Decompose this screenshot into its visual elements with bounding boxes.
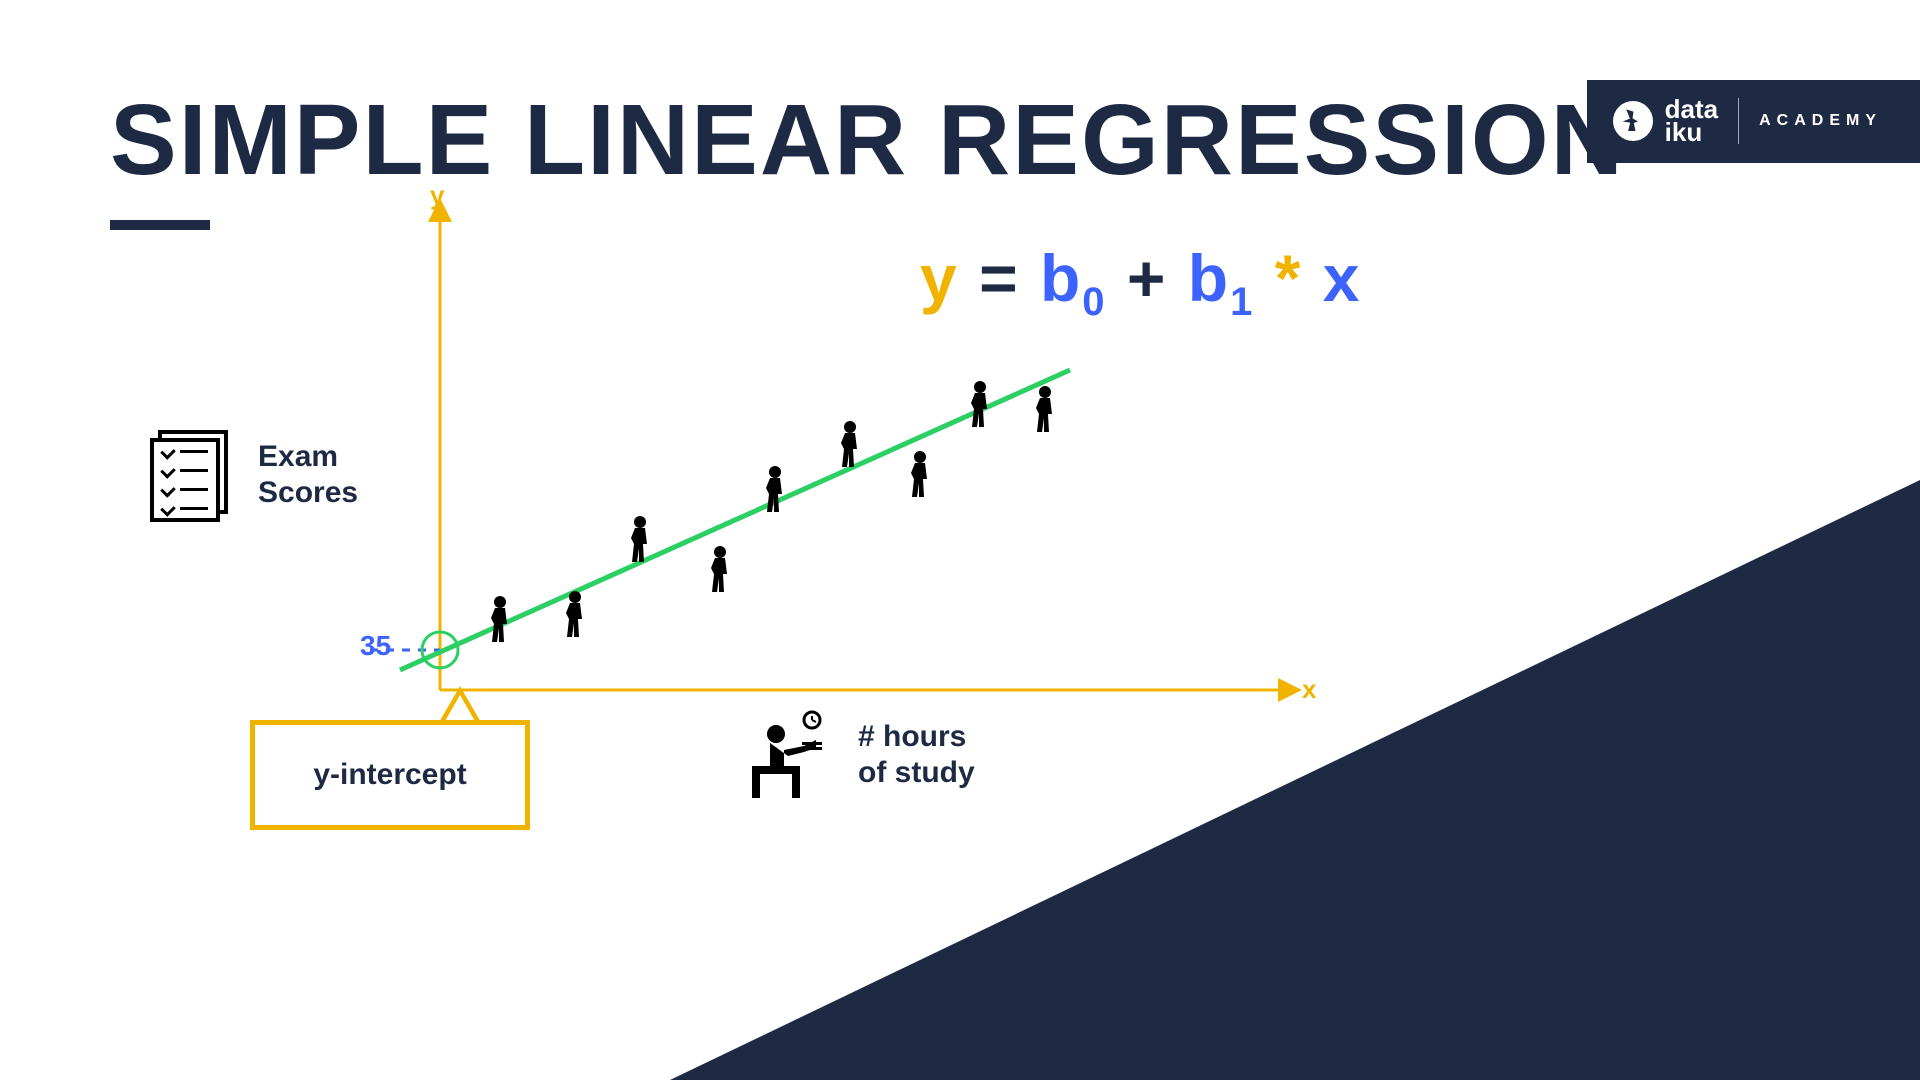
brand-academy: ACADEMY [1759,112,1882,130]
regression-chart: y x [350,190,1350,720]
checklist-icon [150,430,230,520]
x-axis-letter: x [1302,674,1317,704]
bird-icon [1613,101,1653,141]
brand-separator [1738,98,1739,144]
brand-wordmark: data iku [1665,98,1718,145]
page-title: SIMPLE LINEAR REGRESSION [110,90,1625,190]
y-axis-letter: y [430,190,445,210]
y-axis-label: ExamScores [258,439,358,511]
title-underline [110,220,210,230]
brand-word-2: iku [1665,121,1718,144]
x-axis-label: # hoursof study [858,719,975,791]
brand-logo: data iku [1613,98,1718,145]
study-icon [740,710,830,800]
y-axis-label-block: ExamScores [150,430,358,520]
x-axis-label-block: # hoursof study [740,710,975,800]
scatter-points [491,381,1052,642]
intercept-label: y-intercept [250,720,530,830]
brand-badge: data iku ACADEMY [1587,80,1920,163]
